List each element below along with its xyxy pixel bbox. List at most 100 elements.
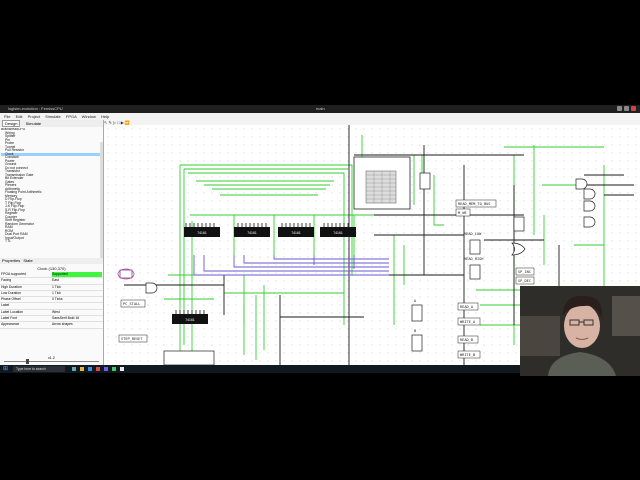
property-value[interactable]: SansSerif Bold 16 (52, 316, 102, 321)
property-value[interactable]: West (52, 310, 102, 315)
maximize-icon[interactable] (624, 106, 629, 111)
app-icon[interactable] (96, 367, 100, 371)
properties-table: FPGA supported Supported Facing East High Du… (0, 272, 103, 329)
label-read-b[interactable]: READ_B (457, 335, 479, 344)
property-key: Label Location (1, 309, 24, 314)
label-read-mem-to-bus[interactable]: READ_MEM_TO_BUS (455, 199, 497, 208)
tab-simulate[interactable]: Simulate (24, 121, 44, 126)
tab-state[interactable]: State (23, 258, 32, 263)
zoom-slider-track[interactable] (4, 361, 99, 362)
svg-text:WRITE_A: WRITE_A (460, 320, 476, 324)
menu-project[interactable]: Project (28, 114, 40, 119)
mux-block[interactable] (419, 172, 431, 190)
svg-text:WRITE_B: WRITE_B (460, 353, 475, 357)
minimize-icon[interactable] (617, 106, 622, 111)
file-explorer-icon[interactable] (80, 367, 84, 371)
property-key: Label Font (1, 316, 18, 321)
property-key: Phase Offset (1, 297, 21, 302)
property-value[interactable]: 1 Tick (52, 291, 102, 296)
tree-item[interactable]: TTL (1, 239, 101, 244)
clock-component[interactable] (117, 268, 135, 280)
bottom-block[interactable] (163, 350, 215, 365)
menu-help[interactable]: Help (101, 114, 109, 119)
svg-text:SP_DEC: SP_DEC (518, 279, 531, 283)
svg-text:READ_B: READ_B (460, 338, 473, 342)
tab-design[interactable]: Design (2, 120, 21, 127)
chip-74161-2[interactable]: 74161 (234, 227, 270, 237)
windows-start-icon[interactable]: ⊞ (3, 365, 8, 373)
left-panel: Design Simulate BrainBreadCPU Wiring Spli… (0, 120, 104, 373)
task-view-icon[interactable] (72, 367, 76, 371)
label-reg-a: A (414, 299, 417, 303)
property-value[interactable]: 0 Ticks (52, 297, 102, 302)
register-low[interactable] (469, 239, 481, 255)
svg-text:READ_A: READ_A (460, 305, 474, 309)
component-tree: BrainBreadCPU Wiring Splitter Pin Probe Tunn… (1, 128, 101, 250)
property-row: Appearance Arrow shapes (0, 322, 103, 329)
label-pc-stall[interactable]: PC_STALL (120, 299, 146, 308)
window-title: logisim-evolution : FernissCPU (8, 106, 63, 111)
menu-file[interactable]: File (4, 114, 10, 119)
window-center-title: main (316, 106, 325, 111)
memory-block[interactable] (353, 156, 411, 210)
property-key: FPGA supported (1, 272, 27, 276)
property-key: Appearance (1, 322, 20, 327)
tree-scrollbar[interactable] (100, 142, 103, 262)
chip-label: 74161 (247, 231, 257, 235)
label-sp-dec[interactable]: SP_DEC (515, 276, 535, 285)
property-key: Facing (1, 278, 12, 283)
svg-text:M_WE: M_WE (458, 211, 467, 215)
zoom-slider-handle[interactable] (26, 359, 29, 364)
app-icon[interactable] (112, 367, 116, 371)
svg-text:STEP_RESET: STEP_RESET (121, 337, 143, 341)
taskbar-search-input[interactable]: Type here to search (13, 366, 65, 372)
chip-74161-1[interactable]: 74161 (184, 227, 220, 237)
close-icon[interactable] (631, 106, 636, 111)
webcam-person-image (520, 286, 640, 376)
zoom-value: x1.2 (48, 356, 55, 360)
label-step-reset[interactable]: STEP_RESET (118, 334, 148, 343)
title-bar: logisim-evolution : FernissCPU main (0, 105, 640, 113)
menu-window[interactable]: Window (82, 114, 96, 119)
property-value[interactable]: East (52, 278, 102, 283)
label-reg-b: B (414, 329, 416, 333)
label-sp-inc[interactable]: SP_INC (515, 267, 535, 276)
label-read-low[interactable]: READ_LOW (464, 232, 482, 236)
webcam-overlay (520, 286, 640, 376)
property-tabs: Properties State (0, 258, 103, 264)
register-top[interactable] (513, 216, 525, 232)
property-value[interactable]: Arrow shapes (52, 322, 102, 327)
label-read-high[interactable]: READ_HIGH (464, 257, 483, 261)
property-value[interactable]: 1 Tick (52, 285, 102, 290)
chip-74161-3[interactable]: 74161 (278, 227, 314, 237)
menu-fpga[interactable]: FPGA (66, 114, 77, 119)
app-icon[interactable] (104, 367, 108, 371)
svg-text:READ_LOW: READ_LOW (464, 232, 482, 236)
label-write-a[interactable]: WRITE_A (457, 317, 481, 326)
svg-text:PC_STALL: PC_STALL (123, 302, 140, 306)
svg-text:SP_INC: SP_INC (518, 270, 531, 274)
property-key: Low Duration (1, 290, 21, 295)
tree-items: Wiring Splitter Pin Probe Tunnel Pull Resisto… (1, 131, 101, 244)
menu-simulate[interactable]: Simulate (45, 114, 61, 119)
chip-label: 74161 (291, 231, 301, 235)
chip-label: 74161 (333, 231, 343, 235)
chip-label: 74161 (185, 318, 195, 322)
bus-wires (193, 255, 389, 276)
menu-bar: File Edit Project Simulate FPGA Window H… (0, 113, 640, 120)
label-read-a[interactable]: READ_A (457, 302, 479, 311)
label-write-b[interactable]: WRITE_B (457, 350, 481, 359)
property-value[interactable]: Supported (52, 272, 102, 278)
register-high[interactable] (469, 264, 481, 280)
register-a[interactable] (411, 304, 423, 322)
chip-74161-5[interactable]: 74161 (172, 314, 208, 324)
svg-text:READ_MEM_TO_BUS: READ_MEM_TO_BUS (458, 202, 490, 206)
browser-icon[interactable] (88, 367, 92, 371)
property-key: Label (1, 303, 10, 308)
register-b[interactable] (411, 334, 423, 352)
tab-properties[interactable]: Properties (2, 258, 20, 263)
chip-74161-4[interactable]: 74161 (320, 227, 356, 237)
label-m-we[interactable]: M_WE (455, 208, 471, 217)
app-icon[interactable] (120, 367, 124, 371)
menu-edit[interactable]: Edit (16, 114, 23, 119)
